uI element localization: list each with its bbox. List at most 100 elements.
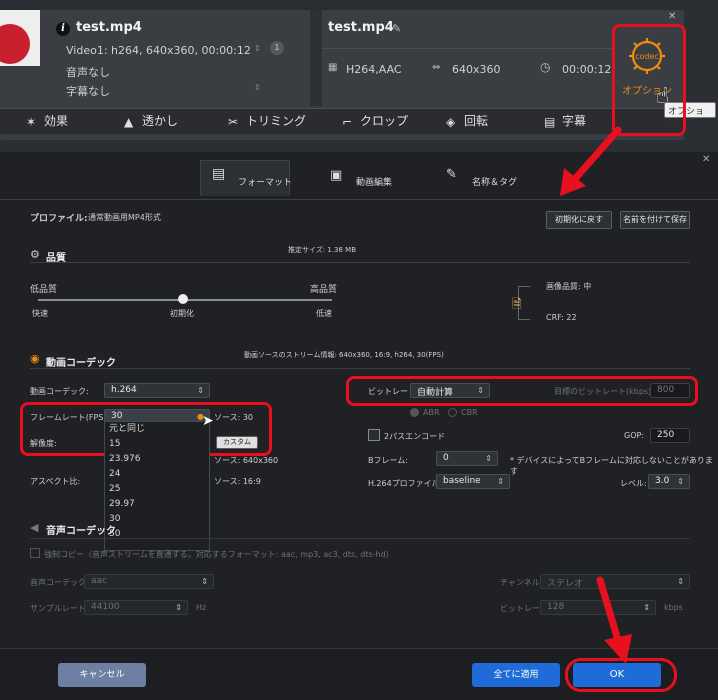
audio-divider [30,538,690,539]
gop-label: GOP: [624,431,645,440]
apply-all-button[interactable]: 全てに適用 [472,663,560,687]
fps-option[interactable]: 29.97 [105,497,209,512]
video-thumbnail[interactable] [0,10,40,66]
toolbar-effects-label: 効果 [44,114,69,128]
select-arrow-icon: ⇕ [677,577,684,586]
sample-rate-value: 44100 [91,602,120,612]
audio-bitrate-value: 128 [547,602,565,612]
bframe-value: 0 [443,453,449,463]
toolbar-watermark[interactable]: ▲ 透かし [124,112,178,129]
output-divider [322,48,612,49]
fps-option[interactable]: 25 [105,482,209,497]
quality-slider-thumb[interactable] [178,294,188,304]
arrow-annotation-icon [596,576,632,664]
level-label: レベル: [620,479,647,488]
toolbar-crop-label: クロップ [360,114,409,128]
crop-icon: ⌐ [342,115,353,129]
source-stream-info: 動画ソースのストリーム情報: 640x360, 16:9, h264, 30(F… [244,351,444,359]
output-file-name: test.mp4 [328,20,394,35]
person-icon: ▲ [124,115,134,129]
aspect-label: アスペクト比: [30,477,81,486]
audio-codec-select[interactable]: aac ⇕ [84,574,214,589]
fps-option[interactable]: 24 [105,467,209,482]
arrow-divider [310,10,322,106]
highlight-bitrate [346,376,698,406]
force-copy-checkbox[interactable] [30,548,40,558]
info-icon[interactable]: i [56,22,70,36]
close-file-icon[interactable]: ✕ [668,11,676,22]
profile-label: プロファイル: [30,214,88,224]
crf-value: CRF: 22 [546,313,577,322]
rotate-icon: ◈ [446,115,456,129]
reset-button[interactable]: 初期化に戻す [546,211,612,229]
highlight-options [612,24,686,136]
toolbar-effects[interactable]: ✶ 効果 [26,112,68,129]
video-track-select-icon[interactable]: ⇕ [254,44,261,53]
profile-value: 通常動画用MP4形式 [88,213,161,222]
select-arrow-icon: ⇕ [677,477,684,486]
video-codec-select[interactable]: h.264 ⇕ [104,383,210,398]
resolution-icon: ⇔ [432,62,441,73]
format-icon: ▤ [212,166,226,182]
clock-icon: ◷ [540,60,551,74]
subtitle-icon: ▤ [544,115,556,129]
video-track-info[interactable]: Video1: h264, 640x360, 00:00:12 [66,44,251,57]
fps-option[interactable]: 30 [105,512,209,527]
fps-option[interactable]: 23.976 [105,452,209,467]
tab-format-label: フォーマット [238,178,293,188]
track-count-badge: 1 [270,41,284,55]
h264-profile-label: H.264プロファイル: [368,479,443,488]
speaker-icon: ◀ [30,521,39,534]
select-arrow-icon: ⇕ [643,603,650,612]
cbr-radio[interactable] [448,408,457,417]
side-strip [684,10,718,140]
h264-profile-select[interactable]: baseline ⇕ [436,474,510,489]
gop-input[interactable]: 250 [650,428,690,443]
video-codec-label: 動画コーデック: [30,387,89,396]
tab-video-edit[interactable]: 動画編集 [356,175,392,188]
output-codec: H264,AAC [346,63,402,76]
video-divider [30,368,690,369]
bframe-spinner[interactable]: 0 ⇕ [436,451,498,466]
h264-profile-value: baseline [443,476,481,486]
output-duration: 00:00:12 [562,63,612,76]
tab-name-tag[interactable]: 名称＆タグ [472,175,517,188]
toolbar-trim[interactable]: ✂ トリミング [228,112,306,129]
level-select[interactable]: 3.0 ⇕ [648,474,690,489]
subtitle-track-info[interactable]: 字幕なし [66,83,110,99]
resolution-source: ソース: 640x360 [214,456,279,465]
twopass-checkbox[interactable] [368,429,380,441]
toolbar-rotate[interactable]: ◈ 回転 [446,112,488,129]
edit-name-icon[interactable]: ✎ [392,22,401,35]
audio-codec-header: 音声コーデック [46,526,116,537]
subtitle-select-icon[interactable]: ⇕ [254,83,261,92]
arrow-annotation-icon [560,126,622,196]
fps-option[interactable]: 50 [105,527,209,542]
toolbar-rotate-label: 回転 [464,114,489,128]
toolbar-trim-label: トリミング [246,114,307,128]
slow-label: 低速 [316,309,332,318]
fps-dropdown-list[interactable]: 元と同じ 15 23.976 24 25 29.97 30 50 [104,421,210,551]
video-codec-value: h.264 [111,385,137,395]
audio-codec-label: 音声コーデック: [30,578,89,587]
toolbar-crop[interactable]: ⌐ クロップ [342,112,408,129]
dialog-close-icon[interactable]: ✕ [702,154,710,165]
video-edit-icon[interactable]: ▣ [330,168,342,183]
tag-icon[interactable]: ✎ [446,167,457,182]
audio-track-info[interactable]: 音声なし [66,64,110,80]
pointer-cursor-icon: ➤ [202,413,214,429]
output-resolution: 640x360 [452,63,501,76]
source-file-name: test.mp4 [76,20,142,35]
abr-label: ABR [423,408,440,417]
default-label: 初期化 [170,309,194,318]
wand-icon: ✶ [26,115,37,129]
aspect-source: ソース: 16:9 [214,477,261,486]
cancel-button[interactable]: キャンセル [58,663,146,687]
sample-rate-select[interactable]: 44100 ⇕ [84,600,188,615]
fps-option[interactable]: 元と同じ [105,422,209,437]
abr-radio[interactable] [410,408,419,417]
select-arrow-icon: ⇕ [175,603,182,612]
save-as-button[interactable]: 名前を付けて保存 [620,211,690,229]
quality-gear-icon: ⚙ [30,248,40,261]
fps-option[interactable]: 15 [105,437,209,452]
